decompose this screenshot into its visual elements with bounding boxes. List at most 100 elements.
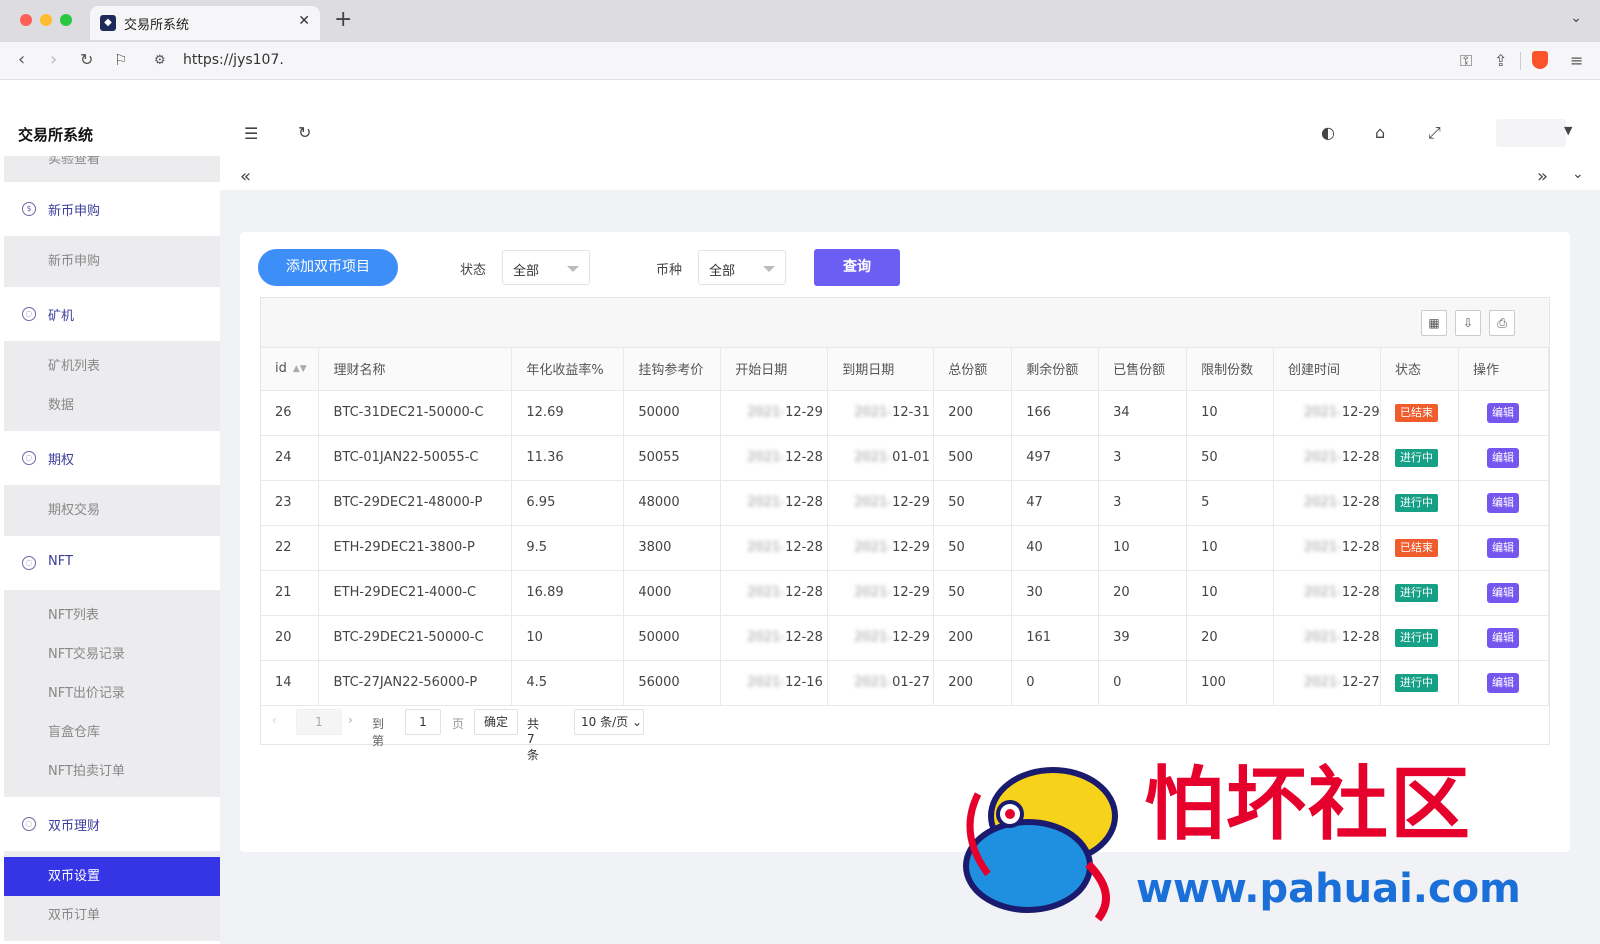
cell-value: 12-28 [785, 585, 823, 600]
redacted-year: 2021- [854, 450, 893, 465]
cell-price: 50055 [623, 435, 722, 481]
cell-value: 12-29 [892, 540, 930, 555]
add-dual-coin-button[interactable]: 添加双币项目 [258, 249, 398, 286]
cell-value: 3 [1113, 495, 1122, 510]
sidebar-item-3-1[interactable]: NFT交易记录 [4, 635, 220, 674]
sidebar-group-3[interactable]: ◌ NFT [4, 536, 220, 590]
close-window-button[interactable] [20, 14, 32, 26]
cell-start: 2021-12-28 [720, 525, 829, 571]
key-icon[interactable]: ⚿ [1460, 51, 1472, 71]
site-settings-icon[interactable]: ⚙ [154, 53, 166, 68]
sidebar-item-4-1[interactable]: 双币订单 [4, 896, 220, 935]
edit-button[interactable]: 编辑 [1486, 492, 1519, 513]
cell-value: 50000 [638, 405, 680, 420]
cell-start: 2021-12-28 [720, 615, 829, 661]
redacted-year: 2021- [747, 540, 786, 555]
coin-select[interactable]: 全部 [698, 250, 786, 285]
cell-price: 50000 [623, 615, 722, 661]
sidebar-item-0-0[interactable]: 新币申购 [4, 242, 220, 281]
sidebar-item-3-4[interactable]: NFT拍卖订单 [4, 752, 220, 791]
cell-sold: 3 [1098, 435, 1188, 481]
tabs-right-icon[interactable]: » [1537, 166, 1548, 187]
sidebar-item-cut[interactable]: 实验查看 [4, 156, 220, 182]
cell-value: 50 [948, 540, 965, 555]
tab-list-chevron-icon[interactable]: ⌄ [1570, 10, 1582, 26]
edit-button[interactable]: 编辑 [1486, 447, 1519, 468]
cell-value: 50 [948, 495, 965, 510]
export-icon[interactable]: ⇩ [1455, 310, 1481, 336]
maximize-window-button[interactable] [60, 14, 72, 26]
forward-icon[interactable]: › [50, 50, 57, 70]
refresh-icon[interactable]: ↻ [298, 123, 311, 142]
sidebar-group-4[interactable]: ◌ 双币理财 [4, 797, 220, 851]
query-button[interactable]: 查询 [814, 249, 900, 286]
next-page-icon[interactable]: › [348, 713, 353, 727]
columns-filter-icon[interactable]: ▦ [1421, 310, 1447, 336]
tabs-dropdown-icon[interactable]: ⌄ [1572, 166, 1584, 182]
cell-price: 4000 [623, 570, 722, 616]
cell-name: ETH-29DEC21-3800-P [318, 525, 513, 571]
user-menu[interactable] [1496, 119, 1566, 147]
edit-button[interactable]: 编辑 [1486, 537, 1519, 558]
cell-name: BTC-31DEC21-50000-C [318, 390, 513, 436]
tab-close-icon[interactable]: ✕ [298, 13, 310, 29]
cell-value: 497 [1026, 450, 1052, 465]
cell-value: 10 [1201, 540, 1218, 555]
cell-value: 200 [948, 405, 974, 420]
print-icon[interactable]: ⎙ [1489, 310, 1515, 336]
prev-page-icon[interactable]: ‹ [272, 713, 277, 727]
sidebar-group-0[interactable]: $ 新币申购 [4, 182, 220, 236]
redacted-year: 2021- [1304, 450, 1342, 465]
cell-name: BTC-29DEC21-50000-C [318, 615, 513, 661]
goto-confirm-button[interactable]: 确定 [474, 709, 518, 735]
sidebar-item-2-0[interactable]: 期权交易 [4, 491, 220, 530]
reload-icon[interactable]: ↻ [80, 50, 93, 70]
minimize-window-button[interactable] [40, 14, 52, 26]
sidebar-item-3-0[interactable]: NFT列表 [4, 596, 220, 635]
sidebar-item-3-3[interactable]: 盲盒仓库 [4, 713, 220, 752]
edit-button[interactable]: 编辑 [1486, 402, 1519, 423]
tag-icon[interactable]: ⌂ [1375, 123, 1385, 142]
theme-icon[interactable]: ◐ [1321, 123, 1335, 142]
collapse-menu-icon[interactable]: ☰ [244, 124, 258, 143]
user-menu-chevron-icon[interactable]: ▼ [1564, 124, 1572, 137]
cell-created: 2021-12-28 [1273, 525, 1382, 571]
bookmark-icon[interactable]: ⚐ [114, 50, 127, 70]
status-filter-label: 状态 [460, 263, 487, 278]
sidebar-item-3-2[interactable]: NFT出价记录 [4, 674, 220, 713]
edit-button[interactable]: 编辑 [1486, 582, 1519, 603]
cell-value: 10 [526, 630, 543, 645]
browser-menu-icon[interactable]: ≡ [1570, 51, 1583, 70]
cell-id: 20 [261, 615, 320, 661]
share-icon[interactable]: ⇪ [1494, 51, 1507, 70]
sidebar-group-1[interactable]: ◌ 矿机 [4, 287, 220, 341]
sidebar-group-2[interactable]: ◌ 期权 [4, 431, 220, 485]
column-header[interactable]: id ▲▼ [261, 348, 320, 391]
cell-value: 3800 [638, 540, 672, 555]
cell-value: 23 [275, 495, 292, 510]
status-select[interactable]: 全部 [502, 250, 590, 285]
fullscreen-icon[interactable]: ⤢ [1428, 123, 1441, 143]
cell-created: 2021-12-28 [1273, 435, 1382, 481]
cell-value: 12-28 [785, 540, 823, 555]
current-page[interactable]: 1 [296, 709, 342, 735]
tabs-left-icon[interactable]: « [240, 166, 251, 187]
cell-remain: 166 [1011, 390, 1100, 436]
page-size-select[interactable]: 10 条/页 ⌄ [574, 709, 644, 735]
table-header-row: id ▲▼ 理财名称 年化收益率% 挂钩参考价 开始日期 到期日期 总份额 剩余份额 已售份额 限制… [261, 348, 1550, 391]
edit-button[interactable]: 编辑 [1486, 627, 1519, 648]
goto-page-input[interactable]: 1 [405, 709, 441, 735]
browser-tab[interactable]: ◆ 交易所系统 ✕ [90, 6, 320, 40]
back-icon[interactable]: ‹ [18, 50, 25, 70]
redacted-year: 2021- [854, 495, 893, 510]
new-tab-button[interactable]: + [334, 8, 352, 32]
sort-icon[interactable]: ▲▼ [293, 364, 307, 374]
sidebar-submenu-2: 期权交易 [4, 485, 220, 536]
cell-value: 12-29 [892, 585, 930, 600]
url-field[interactable]: https://jys107. [183, 52, 284, 68]
sidebar-item-1-0[interactable]: 矿机列表 [4, 347, 220, 386]
sidebar-item-1-1[interactable]: 数据 [4, 386, 220, 425]
edit-button[interactable]: 编辑 [1486, 672, 1519, 693]
brave-shield-icon[interactable] [1532, 51, 1548, 69]
sidebar-item-4-0[interactable]: 双币设置 [4, 857, 220, 896]
